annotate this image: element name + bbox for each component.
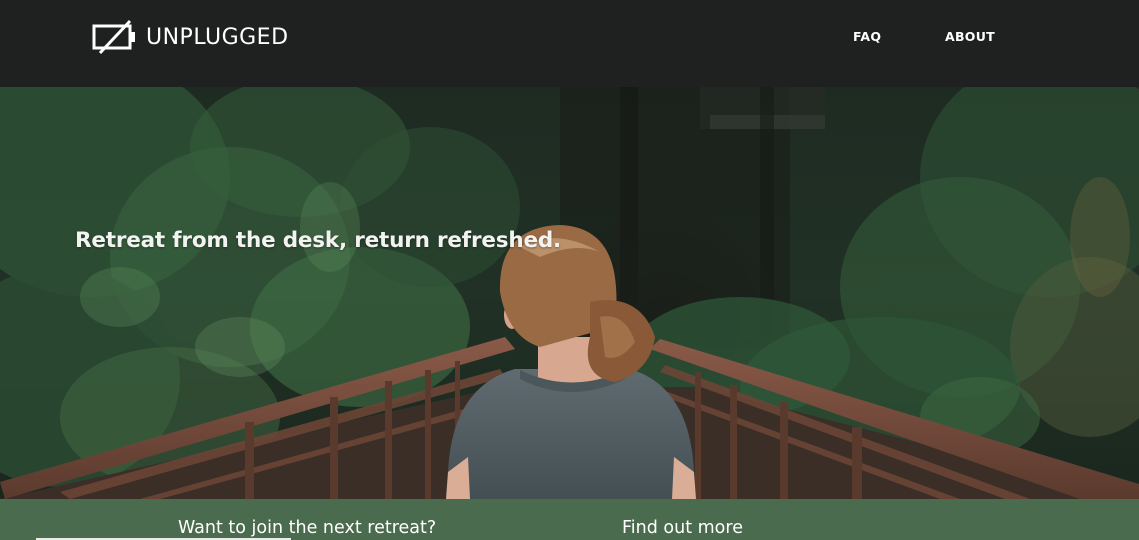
nav-link-faq[interactable]: FAQ (853, 29, 881, 44)
find-out-more-link[interactable]: Find out more (622, 518, 743, 538)
hero-section: Retreat from the desk, return refreshed. (0, 87, 1139, 499)
brand-name: UNPLUGGED (146, 24, 289, 50)
top-navbar: UNPLUGGED FAQ ABOUT (0, 0, 1139, 88)
hero-heading: Retreat from the desk, return refreshed. (75, 228, 561, 253)
cta-band: Want to join the next retreat? Find out … (0, 499, 1139, 540)
nav-link-about[interactable]: ABOUT (945, 29, 995, 44)
woman-on-forest-bridge-photo (0, 87, 1139, 499)
brand-logo[interactable]: UNPLUGGED (92, 19, 289, 55)
join-retreat-link[interactable]: Want to join the next retreat? (178, 518, 436, 538)
unplugged-battery-icon (92, 19, 135, 55)
